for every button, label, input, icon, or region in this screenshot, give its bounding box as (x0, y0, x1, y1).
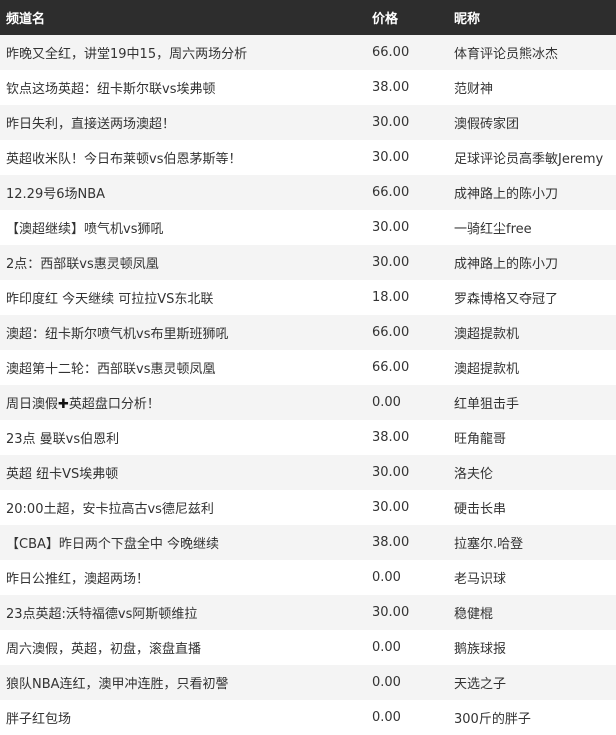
row-title[interactable]: 【澳超继续】喷气机vs狮吼 (0, 218, 366, 237)
table-row[interactable]: 周日澳假✚英超盘口分析！ 0.00 红单狙击手 (0, 385, 616, 420)
row-title[interactable]: 周日澳假✚英超盘口分析！ (0, 393, 366, 412)
row-price: 0.00 (372, 640, 401, 655)
table-row[interactable]: 【澳超继续】喷气机vs狮吼 30.00 一骑红尘free (0, 210, 616, 245)
row-price: 30.00 (372, 255, 410, 270)
row-price: 30.00 (372, 220, 410, 235)
row-nickname[interactable]: 洛夫伦 (448, 463, 616, 482)
row-title[interactable]: 20:00土超，安卡拉高古vs德尼兹利 (0, 498, 366, 517)
row-title[interactable]: 23点 曼联vs伯恩利 (0, 428, 366, 447)
row-nickname[interactable]: 罗森博格又夺冠了 (448, 288, 616, 307)
row-nickname[interactable]: 一骑红尘free (448, 218, 616, 237)
row-price: 0.00 (372, 395, 401, 410)
table-row[interactable]: 狼队NBA连红，澳甲冲连胜，只看初謦 0.00 天选之子 (0, 665, 616, 700)
row-title[interactable]: 23点英超:沃特福德vs阿斯顿维拉 (0, 603, 366, 622)
row-price: 0.00 (372, 710, 401, 725)
row-price: 66.00 (372, 45, 410, 60)
table-row[interactable]: 胖子红包场 0.00 300斤的胖子 (0, 700, 616, 735)
table-row[interactable]: 2点：西部联vs惠灵顿凤凰 30.00 成神路上的陈小刀 (0, 245, 616, 280)
table-row[interactable]: 澳超第十二轮：西部联vs惠灵顿凤凰 66.00 澳超提款机 (0, 350, 616, 385)
row-price: 30.00 (372, 605, 410, 620)
row-nickname[interactable]: 老马识球 (448, 568, 616, 587)
row-title[interactable]: 英超 纽卡VS埃弗顿 (0, 463, 366, 482)
table-row[interactable]: 昨日公推红，澳超两场！ 0.00 老马识球 (0, 560, 616, 595)
row-nickname[interactable]: 稳健棍 (448, 603, 616, 622)
row-nickname[interactable]: 天选之子 (448, 673, 616, 692)
row-price: 30.00 (372, 115, 410, 130)
table-row[interactable]: 英超收米队！今日布莱顿vs伯恩茅斯等！ 30.00 足球评论员高季敏Jeremy (0, 140, 616, 175)
row-price: 0.00 (372, 675, 401, 690)
row-nickname[interactable]: 鹅族球报 (448, 638, 616, 657)
row-title[interactable]: 周六澳假，英超，初盘，滚盘直播 (0, 638, 366, 657)
row-title[interactable]: 胖子红包场 (0, 708, 366, 727)
row-price: 0.00 (372, 570, 401, 585)
table-row[interactable]: 钦点这场英超：纽卡斯尔联vs埃弗顿 38.00 范财神 (0, 70, 616, 105)
row-nickname[interactable]: 足球评论员高季敏Jeremy (448, 148, 616, 167)
cross-icon: ✚ (58, 397, 69, 412)
row-nickname[interactable]: 红单狙击手 (448, 393, 616, 412)
row-price: 30.00 (372, 500, 410, 515)
row-price: 38.00 (372, 535, 410, 550)
row-price: 18.00 (372, 290, 410, 305)
row-price: 30.00 (372, 465, 410, 480)
table-row[interactable]: 昨晚又全红，讲堂19中15，周六两场分析 66.00 体育评论员熊冰杰 (0, 35, 616, 70)
row-nickname[interactable]: 硬击长串 (448, 498, 616, 517)
row-title[interactable]: 【CBA】昨日两个下盘全中 今晚继续 (0, 533, 366, 552)
row-price: 38.00 (372, 430, 410, 445)
table-row[interactable]: 23点 曼联vs伯恩利 38.00 旺角龍哥 (0, 420, 616, 455)
row-title[interactable]: 狼队NBA连红，澳甲冲连胜，只看初謦 (0, 673, 366, 692)
table-row[interactable]: 周六澳假，英超，初盘，滚盘直播 0.00 鹅族球报 (0, 630, 616, 665)
row-nickname[interactable]: 范财神 (448, 78, 616, 97)
table-row[interactable]: 12.29号6场NBA 66.00 成神路上的陈小刀 (0, 175, 616, 210)
header-channel-name: 频道名 (6, 12, 46, 27)
row-title[interactable]: 昨晚又全红，讲堂19中15，周六两场分析 (0, 43, 366, 62)
row-nickname[interactable]: 澳超提款机 (448, 323, 616, 342)
row-nickname[interactable]: 旺角龍哥 (448, 428, 616, 447)
row-title[interactable]: 2点：西部联vs惠灵顿凤凰 (0, 253, 366, 272)
table-row[interactable]: 【CBA】昨日两个下盘全中 今晚继续 38.00 拉塞尔.哈登 (0, 525, 616, 560)
row-price: 66.00 (372, 325, 410, 340)
row-title[interactable]: 澳超：纽卡斯尔喷气机vs布里斯班狮吼 (0, 323, 366, 342)
row-title[interactable]: 昨日失利，直接送两场澳超！ (0, 113, 366, 132)
row-nickname[interactable]: 澳超提款机 (448, 358, 616, 377)
table-row[interactable]: 昨日失利，直接送两场澳超！ 30.00 澳假砖家团 (0, 105, 616, 140)
table-row[interactable]: 澳超：纽卡斯尔喷气机vs布里斯班狮吼 66.00 澳超提款机 (0, 315, 616, 350)
row-nickname[interactable]: 300斤的胖子 (448, 708, 616, 727)
row-price: 66.00 (372, 360, 410, 375)
row-title[interactable]: 12.29号6场NBA (0, 183, 366, 202)
header-price: 价格 (372, 12, 399, 27)
table-row[interactable]: 23点英超:沃特福德vs阿斯顿维拉 30.00 稳健棍 (0, 595, 616, 630)
row-title[interactable]: 钦点这场英超：纽卡斯尔联vs埃弗顿 (0, 78, 366, 97)
table-row[interactable]: 昨印度红 今天继续 可拉拉VS东北联 18.00 罗森博格又夺冠了 (0, 280, 616, 315)
row-title[interactable]: 昨印度红 今天继续 可拉拉VS东北联 (0, 288, 366, 307)
row-title[interactable]: 昨日公推红，澳超两场！ (0, 568, 366, 587)
row-nickname[interactable]: 澳假砖家团 (448, 113, 616, 132)
table-row[interactable]: 英超 纽卡VS埃弗顿 30.00 洛夫伦 (0, 455, 616, 490)
row-price: 30.00 (372, 150, 410, 165)
row-title-part: 周日澳假 (6, 397, 59, 412)
row-nickname[interactable]: 成神路上的陈小刀 (448, 253, 616, 272)
row-price: 38.00 (372, 80, 410, 95)
row-title-part: 英超盘口分析！ (68, 397, 160, 412)
row-nickname[interactable]: 体育评论员熊冰杰 (448, 43, 616, 62)
row-nickname[interactable]: 成神路上的陈小刀 (448, 183, 616, 202)
channel-table: 频道名 价格 昵称 昨晚又全红，讲堂19中15，周六两场分析 66.00 体育评论员… (0, 0, 616, 735)
row-price: 66.00 (372, 185, 410, 200)
table-header: 频道名 价格 昵称 (0, 0, 616, 35)
header-nickname: 昵称 (454, 12, 481, 27)
table-body: 昨晚又全红，讲堂19中15，周六两场分析 66.00 体育评论员熊冰杰 钦点这场英超… (0, 35, 616, 735)
row-nickname[interactable]: 拉塞尔.哈登 (448, 533, 616, 552)
table-row[interactable]: 20:00土超，安卡拉高古vs德尼兹利 30.00 硬击长串 (0, 490, 616, 525)
row-title[interactable]: 澳超第十二轮：西部联vs惠灵顿凤凰 (0, 358, 366, 377)
row-title[interactable]: 英超收米队！今日布莱顿vs伯恩茅斯等！ (0, 148, 366, 167)
